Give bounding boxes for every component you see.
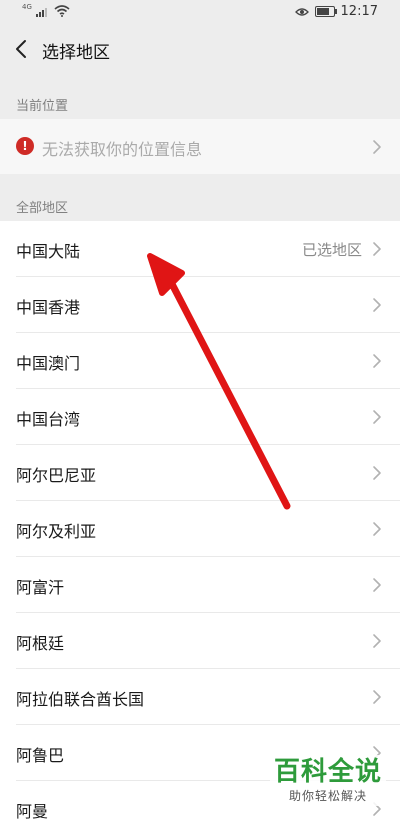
chevron-right-icon xyxy=(373,140,381,154)
watermark-sub-text: 助你轻松解决 xyxy=(288,789,367,803)
section-label-current-location: 当前位置 xyxy=(16,99,69,114)
eye-icon xyxy=(294,7,309,16)
region-name: 中国香港 xyxy=(16,298,81,317)
region-name: 阿根廷 xyxy=(16,634,65,653)
nav-bar: 选择地区 xyxy=(0,26,400,72)
page-title: 选择地区 xyxy=(42,43,110,63)
selected-region-note: 已选地区 xyxy=(301,241,362,259)
chevron-right-icon xyxy=(373,242,381,256)
region-item-uae[interactable]: 阿拉伯联合酋长国 xyxy=(0,669,400,725)
current-location-row[interactable]: ! 无法获取你的位置信息 xyxy=(0,119,400,174)
network-type: 4G xyxy=(22,3,32,11)
chevron-left-icon[interactable] xyxy=(12,36,32,62)
chevron-right-icon xyxy=(373,690,381,704)
region-item-albania[interactable]: 阿尔巴尼亚 xyxy=(0,445,400,501)
signal-icon xyxy=(35,7,47,17)
region-name: 阿尔巴尼亚 xyxy=(16,466,97,485)
chevron-right-icon xyxy=(373,354,381,368)
watermark-main-text: 百科全说 xyxy=(273,757,382,787)
status-right: 12:17 xyxy=(294,4,378,19)
region-item-mainland-china[interactable]: 中国大陆 已选地区 xyxy=(0,221,400,277)
region-list: 中国大陆 已选地区 中国香港 中国澳门 中国台湾 阿尔巴尼亚 阿尔及利亚 阿富汗… xyxy=(0,221,400,837)
region-name: 中国澳门 xyxy=(16,354,81,373)
chevron-right-icon xyxy=(373,578,381,592)
location-status-text: 无法获取你的位置信息 xyxy=(42,140,203,159)
region-item-macau[interactable]: 中国澳门 xyxy=(0,333,400,389)
region-name: 阿尔及利亚 xyxy=(16,522,97,541)
chevron-right-icon xyxy=(373,466,381,480)
region-name: 阿拉伯联合酋长国 xyxy=(16,690,145,709)
region-item-afghanistan[interactable]: 阿富汗 xyxy=(0,557,400,613)
chevron-right-icon xyxy=(373,634,381,648)
chevron-right-icon xyxy=(373,410,381,424)
region-item-taiwan[interactable]: 中国台湾 xyxy=(0,389,400,445)
chevron-right-icon xyxy=(373,298,381,312)
status-time: 12:17 xyxy=(340,4,378,19)
wifi-icon xyxy=(54,5,70,17)
warning-icon: ! xyxy=(16,137,34,155)
region-item-argentina[interactable]: 阿根廷 xyxy=(0,613,400,669)
region-name: 阿鲁巴 xyxy=(16,746,65,765)
region-name: 中国大陆 xyxy=(16,242,81,261)
region-name: 中国台湾 xyxy=(16,410,81,429)
chevron-right-icon xyxy=(373,522,381,536)
watermark-logo: 百科全说 助你轻松解决 xyxy=(269,755,386,806)
region-item-algeria[interactable]: 阿尔及利亚 xyxy=(0,501,400,557)
status-bar: 4G 12:17 xyxy=(0,0,400,26)
battery-icon xyxy=(314,6,337,17)
region-name: 阿曼 xyxy=(16,802,49,821)
status-left: 4G xyxy=(22,3,70,17)
region-item-hong-kong[interactable]: 中国香港 xyxy=(0,277,400,333)
region-name: 阿富汗 xyxy=(16,578,65,597)
section-label-all-regions: 全部地区 xyxy=(16,201,69,216)
